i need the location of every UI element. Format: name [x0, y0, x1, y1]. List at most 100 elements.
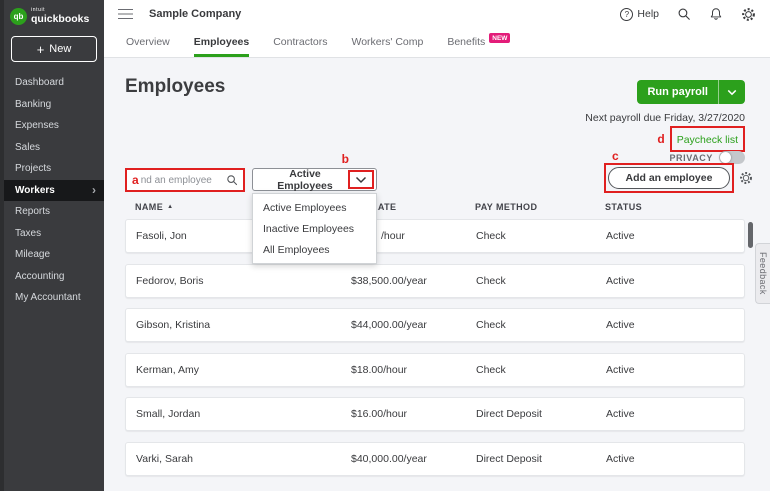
sidebar-item-reports[interactable]: Reports [4, 201, 104, 223]
sidebar-item-banking[interactable]: Banking [4, 94, 104, 116]
paycheck-list-link[interactable]: Paycheck list [677, 134, 738, 146]
cell-status: Active [606, 408, 744, 420]
sidebar-item-my-accountant[interactable]: My Accountant [4, 287, 104, 309]
cell-pay-method: Check [476, 319, 606, 331]
chevron-right-icon: › [92, 184, 96, 196]
topbar-right: ? Help [620, 7, 756, 22]
new-button-label: New [49, 43, 71, 55]
paycheck-list-annotation-box: Paycheck list [670, 126, 745, 152]
cell-pay-rate: $16.00/hour [351, 408, 476, 420]
employee-table: NAME ▲ PAY RATE PAY METHOD STATUS Fasoli… [125, 202, 745, 486]
run-payroll-button[interactable]: Run payroll [637, 80, 745, 104]
sidebar-item-accounting[interactable]: Accounting [4, 266, 104, 288]
table-settings-gear-icon[interactable] [739, 171, 753, 185]
filter-option-all-employees[interactable]: All Employees [253, 239, 376, 260]
table-row[interactable]: Small, Jordan $16.00/hour Direct Deposit… [125, 397, 745, 431]
help-label: Help [637, 8, 659, 20]
cell-pay-rate: $40,000.00/year [351, 453, 476, 465]
main-area: Sample Company ? Help Overview [104, 0, 770, 491]
new-button[interactable]: + New [11, 36, 97, 62]
annotation-b: b [342, 153, 349, 165]
add-employee-area: c Add an employee [604, 163, 753, 193]
cell-pay-method: Check [476, 275, 606, 287]
tab-contractors[interactable]: Contractors [273, 28, 327, 57]
notifications-bell-icon[interactable] [709, 7, 723, 21]
sidebar-item-workers[interactable]: Workers› [4, 180, 104, 202]
sidebar-item-label: Projects [15, 163, 51, 174]
sort-ascending-icon: ▲ [167, 204, 173, 210]
feedback-tab[interactable]: Feedback [755, 243, 770, 304]
help-icon: ? [620, 8, 633, 21]
sidebar-item-label: My Accountant [15, 292, 81, 303]
add-employee-button[interactable]: Add an employee [608, 167, 730, 189]
tab-employees[interactable]: Employees [194, 28, 249, 57]
filter-chevron-annotation-box[interactable] [348, 170, 374, 189]
employee-filter-dropdown-button[interactable]: Active Employees [252, 168, 377, 191]
employee-search-input[interactable]: a nd an employee [125, 168, 245, 192]
help-button[interactable]: ? Help [620, 8, 659, 21]
search-icon[interactable] [677, 7, 691, 21]
sidebar-item-label: Banking [15, 99, 51, 110]
tab-label: Workers' Comp [352, 36, 424, 48]
plus-icon: + [37, 43, 45, 56]
toggle-knob [720, 152, 731, 163]
annotation-c: c [612, 150, 619, 162]
sidebar-item-label: Expenses [15, 120, 59, 131]
cell-pay-method: Direct Deposit [476, 453, 606, 465]
controls-row: a nd an employee b Active Employees Acti… [125, 168, 745, 192]
sidebar-item-label: Sales [15, 142, 40, 153]
column-header-pay-method[interactable]: PAY METHOD [475, 202, 605, 212]
brand-text: intuit quickbooks [31, 8, 89, 25]
filter-option-inactive-employees[interactable]: Inactive Employees [253, 218, 376, 239]
search-icon [226, 174, 238, 186]
table-row[interactable]: Fedorov, Boris $38,500.00/year Check Act… [125, 264, 745, 298]
paycheck-list-row: d Paycheck list [657, 126, 745, 152]
sidebar-item-taxes[interactable]: Taxes [4, 223, 104, 245]
brand-quickbooks: quickbooks [31, 14, 89, 26]
tab-workers-comp[interactable]: Workers' Comp [352, 28, 424, 57]
filter-dropdown-menu: Active Employees Inactive Employees All … [252, 193, 377, 264]
quickbooks-logo: qb intuit quickbooks [4, 0, 104, 31]
sidebar-item-expenses[interactable]: Expenses [4, 115, 104, 137]
cell-employee-name: Small, Jordan [126, 408, 351, 420]
cell-status: Active [606, 364, 744, 376]
table-row[interactable]: Varki, Sarah $40,000.00/year Direct Depo… [125, 442, 745, 476]
sidebar-item-projects[interactable]: Projects [4, 158, 104, 180]
cell-pay-method: Check [476, 364, 606, 376]
tab-benefits[interactable]: BenefitsNEW [447, 28, 510, 57]
sidebar-item-mileage[interactable]: Mileage [4, 244, 104, 266]
table-row[interactable]: Gibson, Kristina $44,000.00/year Check A… [125, 308, 745, 342]
company-name: Sample Company [149, 8, 241, 20]
filter-selected-label: Active Employees [262, 168, 348, 192]
sidebar-nav: Dashboard Banking Expenses Sales Project… [4, 72, 104, 309]
sidebar-item-dashboard[interactable]: Dashboard [4, 72, 104, 94]
chevron-down-icon [355, 176, 367, 184]
new-badge: NEW [489, 33, 510, 43]
search-placeholder-text: nd an employee [141, 175, 224, 186]
tab-label: Contractors [273, 36, 327, 48]
settings-gear-icon[interactable] [741, 7, 756, 22]
sidebar-item-sales[interactable]: Sales [4, 137, 104, 159]
table-header-row: NAME ▲ PAY RATE PAY METHOD STATUS [125, 202, 745, 219]
cell-pay-method: Check [476, 230, 606, 242]
filter-option-active-employees[interactable]: Active Employees [253, 197, 376, 218]
chevron-down-icon[interactable] [719, 80, 745, 104]
cell-employee-name: Fedorov, Boris [126, 275, 351, 287]
tab-overview[interactable]: Overview [126, 28, 170, 57]
column-header-status[interactable]: STATUS [605, 202, 745, 212]
table-row[interactable]: Fasoli, Jon /hour Check Active [125, 219, 745, 253]
tab-label: Overview [126, 36, 170, 48]
quickbooks-logo-icon: qb [10, 8, 27, 25]
cell-pay-rate: $44,000.00/year [351, 319, 476, 331]
page-title: Employees [125, 76, 225, 98]
hamburger-menu-icon[interactable] [118, 9, 133, 20]
scrollbar-thumb[interactable] [748, 222, 753, 248]
add-employee-annotation-box: Add an employee [604, 163, 734, 193]
section-tabs: Overview Employees Contractors Workers' … [104, 28, 770, 58]
annotation-d: d [657, 133, 664, 145]
tab-label: Employees [194, 36, 249, 48]
table-row[interactable]: Kerman, Amy $18.00/hour Check Active [125, 353, 745, 387]
cell-status: Active [606, 453, 744, 465]
quickbooks-app: qb intuit quickbooks + New Dashboard Ban… [0, 0, 770, 491]
topbar: Sample Company ? Help [104, 0, 770, 28]
